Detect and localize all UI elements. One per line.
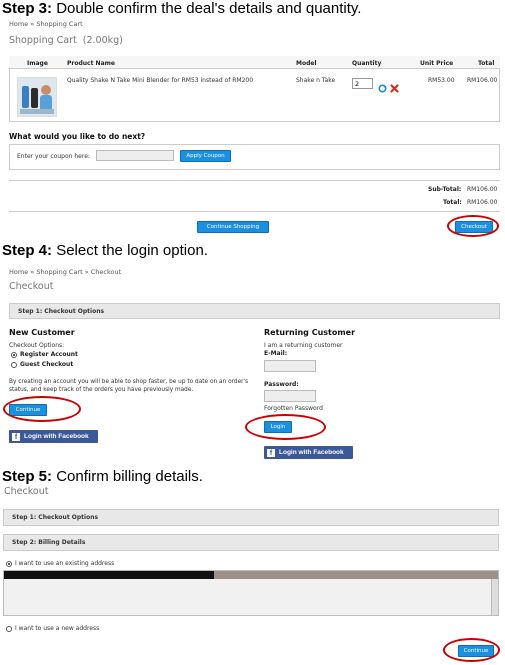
page-title-text: Shopping Cart [9,35,77,46]
highlight-circle [447,215,499,237]
coupon-label: Enter your coupon here: [17,153,90,160]
step5-heading: Step 5: Confirm billing details. [2,468,203,485]
facebook-login-button[interactable]: f Login with Facebook [264,446,353,459]
product-model: Shake n Take [296,77,336,84]
step5-text: Confirm billing details. [56,468,203,485]
step3-label: Step 3: [2,0,53,17]
billing-details-bar[interactable]: Step 2: Billing Details [3,534,499,551]
unit-price: RM53.00 [428,77,455,84]
checkout-options-bar[interactable]: Step 1: Checkout Options [3,509,499,526]
page-title: Checkout [4,486,49,497]
breadcrumb: Home » Shopping Cart » Checkout [9,268,122,276]
total-label: Total: [443,199,462,206]
facebook-login-button[interactable]: f Login with Facebook [9,430,98,443]
guest-label: Guest Checkout [20,361,74,368]
product-name-link[interactable]: Quality Shake N Take Mini Blender for RM… [67,77,253,84]
page-title: Shopping Cart (2.00kg) [9,35,123,46]
breadcrumb-home[interactable]: Home [9,20,28,28]
step4-label: Step 4: [2,242,53,259]
address-select-scroll-track [214,571,498,579]
facebook-icon: f [267,448,275,457]
password-label: Password: [264,381,299,388]
quantity-input[interactable] [352,78,373,89]
col-product-name: Product Name [67,60,115,67]
breadcrumb-shopping-cart[interactable]: Shopping Cart [36,20,82,28]
remove-item-icon[interactable] [390,78,399,93]
checkout-options-label: Checkout Options: [9,342,65,349]
step4-heading: Step 4: Select the login option. [2,242,208,259]
product-photo-icon [18,78,56,116]
facebook-login-label: Login with Facebook [279,449,344,456]
highlight-circle [245,414,326,440]
register-radio[interactable] [11,351,17,358]
product-image[interactable] [17,77,57,117]
step3-text: Double confirm the deal's details and qu… [56,0,362,17]
step5-label: Step 5: [2,468,53,485]
step3-heading: Step 3: Double confirm the deal's detail… [2,0,361,17]
page-title: Checkout [9,281,54,292]
facebook-login-label: Login with Facebook [24,433,89,440]
continue-shopping-button[interactable]: Continue Shopping [197,221,269,233]
col-quantity: Quantity [352,60,382,67]
existing-address-radio[interactable] [6,560,12,567]
subtotal-label: Sub-Total: [428,186,462,193]
new-customer-heading: New Customer [9,328,75,337]
email-input[interactable] [264,360,316,372]
forgotten-password-link[interactable]: Forgotten Password [264,405,323,412]
breadcrumb-home[interactable]: Home [9,268,28,276]
checkout-options-bar[interactable]: Step 1: Checkout Options [9,303,500,319]
divider [9,211,500,212]
new-address-label: I want to use a new address [15,625,100,632]
address-select-redacted-bar [4,571,214,579]
breadcrumb-checkout[interactable]: Checkout [91,268,121,276]
col-image: Image [27,60,48,67]
returning-customer-heading: Returning Customer [264,328,356,337]
breadcrumb-shopping-cart[interactable]: Shopping Cart [36,268,82,276]
col-unit-price: Unit Price [420,60,454,67]
new-address-radio[interactable] [6,625,12,632]
register-account-option[interactable]: Register Account [11,351,78,358]
returning-customer-subtitle: I am a returning customer [264,342,343,349]
existing-address-option[interactable]: I want to use an existing address [6,560,114,567]
subtotal-value: RM106.00 [467,186,498,193]
facebook-icon: f [12,432,20,441]
apply-coupon-button[interactable]: Apply Coupon [180,150,231,162]
coupon-input[interactable] [96,150,174,161]
register-label: Register Account [20,351,78,358]
breadcrumb: Home » Shopping Cart [9,20,83,28]
new-address-option[interactable]: I want to use a new address [6,625,99,632]
guest-radio[interactable] [11,361,17,368]
row-total: RM106.00 [467,77,498,84]
existing-address-label: I want to use an existing address [15,560,115,567]
guest-checkout-option[interactable]: Guest Checkout [11,361,73,368]
update-quantity-icon[interactable] [378,78,387,93]
address-select[interactable] [3,570,499,616]
step4-text: Select the login option. [56,242,208,259]
address-scrollbar[interactable] [491,579,498,615]
highlight-circle [443,638,500,662]
next-heading: What would you like to do next? [9,132,146,141]
col-total: Total [478,60,495,67]
new-customer-description: By creating an account you will be able … [9,379,249,393]
email-label: E-Mail: [264,350,288,357]
col-model: Model [296,60,317,67]
highlight-circle [3,396,81,422]
divider [9,180,500,181]
cart-weight: (2.00kg) [82,35,123,46]
password-input[interactable] [264,390,316,402]
total-value: RM106.00 [467,199,498,206]
